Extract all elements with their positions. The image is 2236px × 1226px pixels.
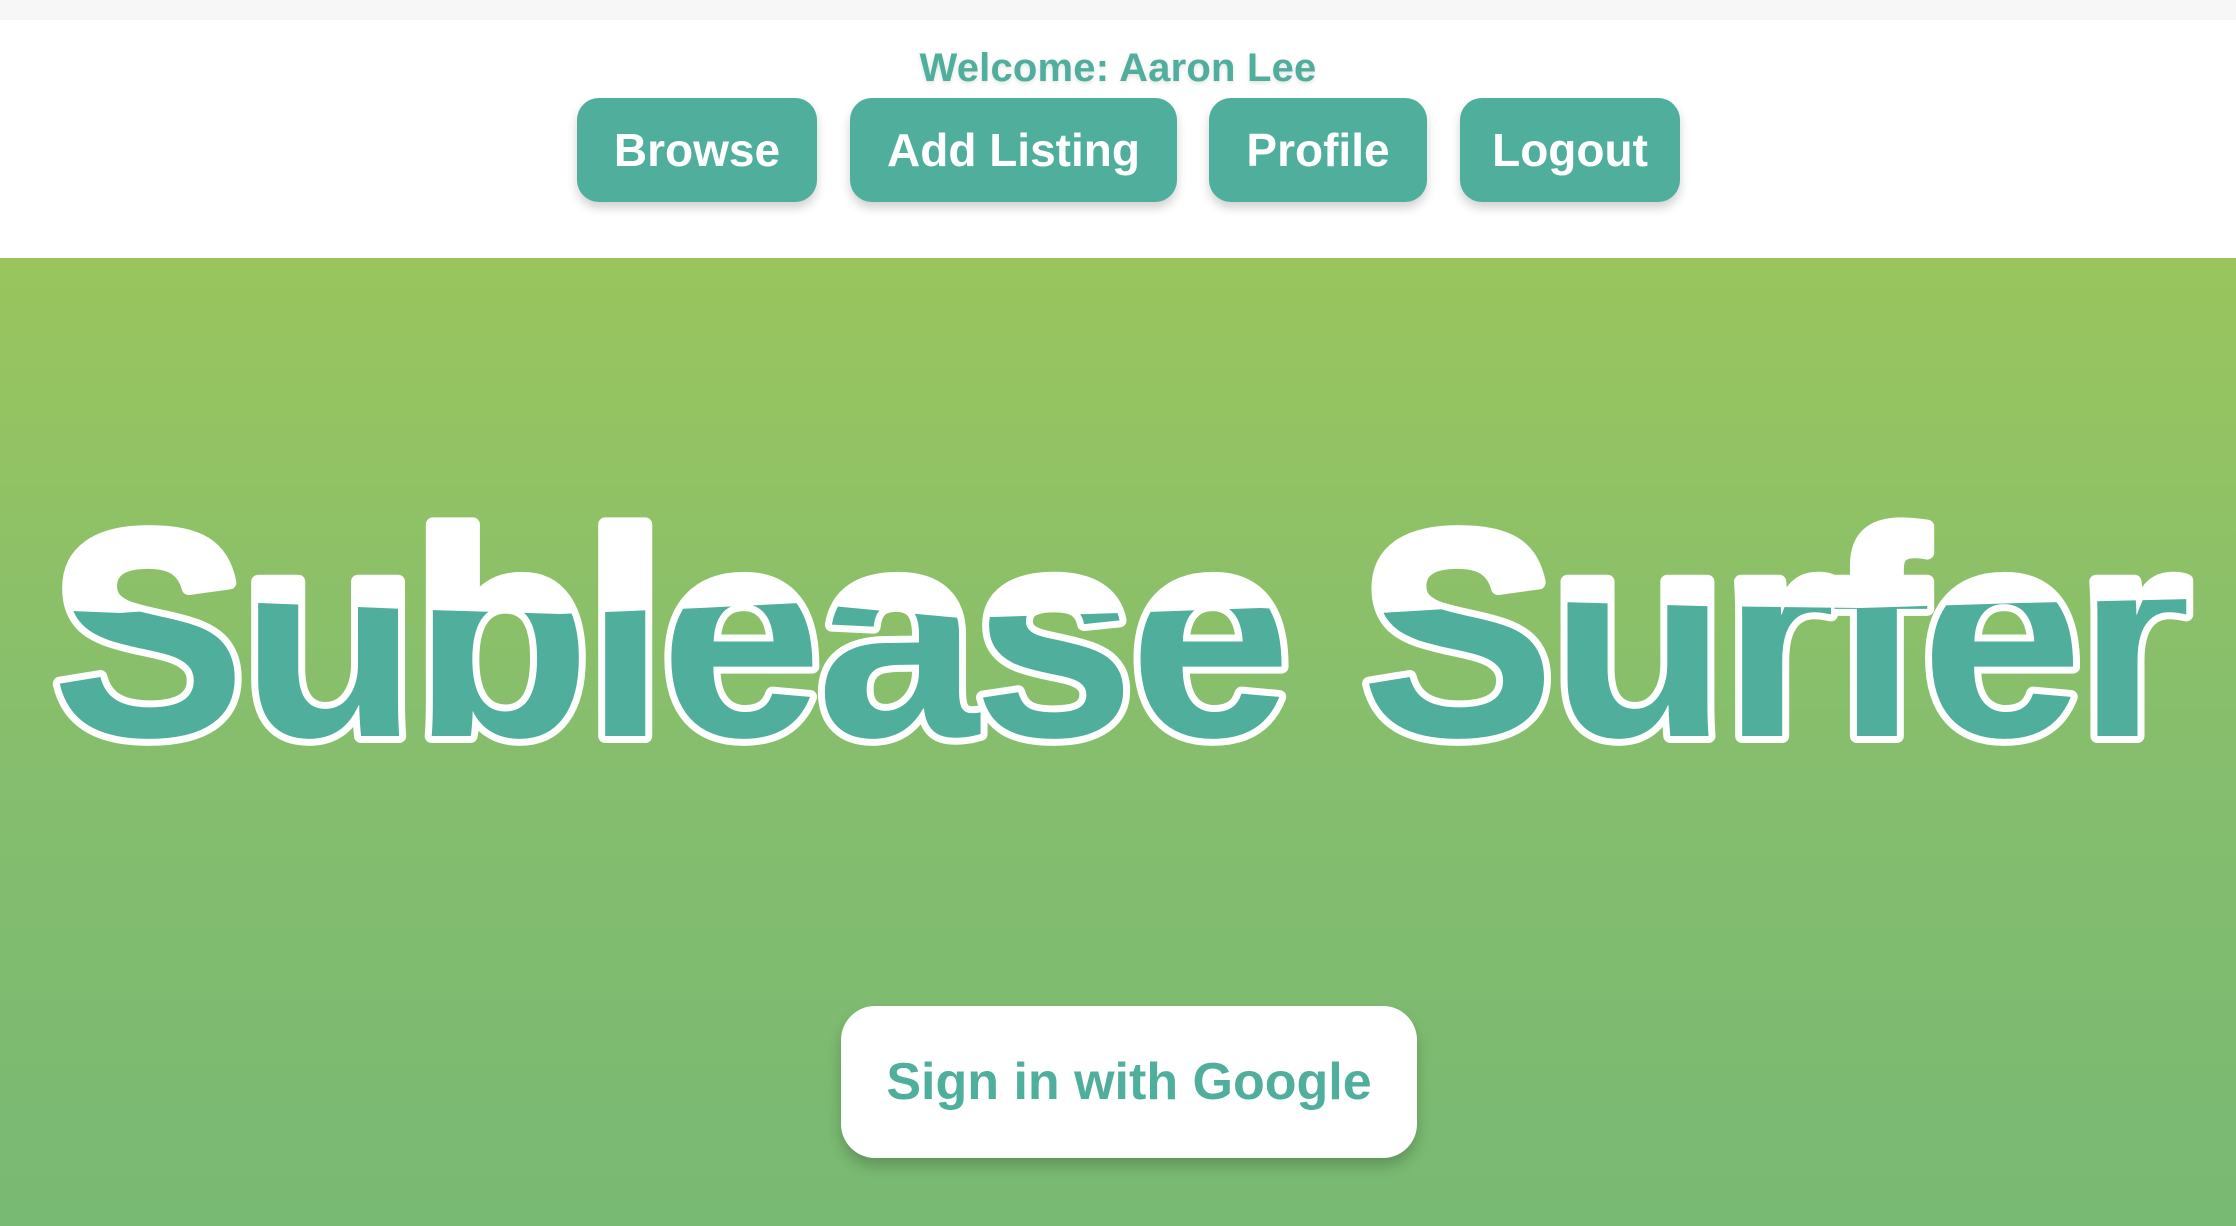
sign-in-with-google-button[interactable]: Sign in with Google [841, 1006, 1417, 1158]
top-strip [0, 0, 2236, 20]
add-listing-button[interactable]: Add Listing [850, 98, 1177, 202]
profile-button[interactable]: Profile [1209, 98, 1427, 202]
header: Welcome: Aaron Lee Browse Add Listing Pr… [0, 20, 2236, 258]
browse-button[interactable]: Browse [577, 98, 817, 202]
brand-title: Sublease Surfer Sublease Surfer [44, 465, 2199, 805]
welcome-text: Welcome: Aaron Lee [919, 46, 1317, 90]
main-nav: Browse Add Listing Profile Logout [0, 98, 2236, 202]
logout-button[interactable]: Logout [1460, 98, 1680, 202]
hero-section: Sublease Surfer Sublease Surfer Sign in … [0, 258, 2236, 1226]
